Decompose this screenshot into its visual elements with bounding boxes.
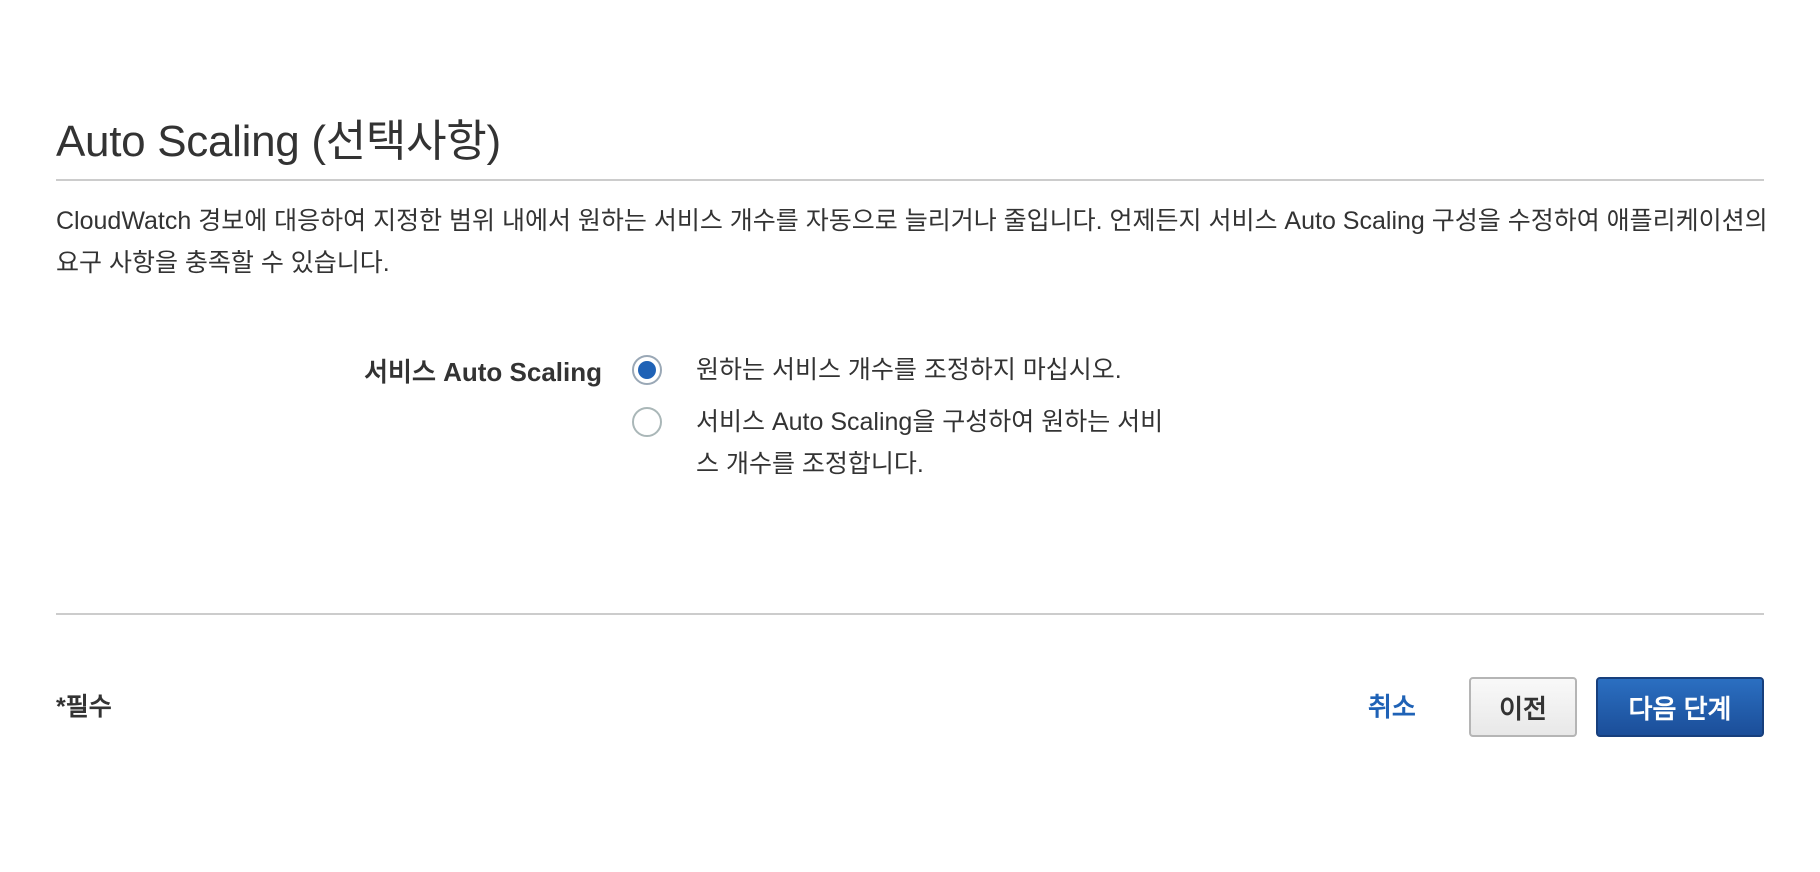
previous-button[interactable]: 이전: [1469, 677, 1577, 737]
radio-option-label: 원하는 서비스 개수를 조정하지 마십시오.: [696, 356, 1122, 384]
auto-scaling-step-page: Auto Scaling (선택사항) CloudWatch 경보에 대응하여 …: [0, 0, 1820, 872]
radio-selected-dot: [638, 361, 656, 379]
next-step-button[interactable]: 다음 단계: [1596, 677, 1764, 737]
radio-option-do-not-adjust[interactable]: 원하는 서비스 개수를 조정하지 마십시오.: [632, 354, 1186, 391]
footer-divider: [56, 613, 1764, 615]
title-divider: [56, 179, 1764, 181]
radio-option-configure-auto-scaling[interactable]: 서비스 Auto Scaling을 구성하여 원하는 서비스 개수를 조정합니다…: [632, 406, 1186, 485]
cancel-link[interactable]: 취소: [1368, 690, 1416, 724]
service-auto-scaling-label: 서비스 Auto Scaling: [364, 357, 602, 387]
radio-button-selected[interactable]: [632, 355, 662, 385]
section-description: CloudWatch 경보에 대응하여 지정한 범위 내에서 원하는 서비스 개…: [56, 207, 1768, 277]
radio-button-unselected[interactable]: [632, 407, 662, 437]
section-title: Auto Scaling (선택사항): [56, 117, 501, 166]
radio-option-label: 서비스 Auto Scaling을 구성하여 원하는 서비스 개수를 조정합니다…: [696, 408, 1164, 478]
required-note: *필수: [56, 693, 112, 721]
